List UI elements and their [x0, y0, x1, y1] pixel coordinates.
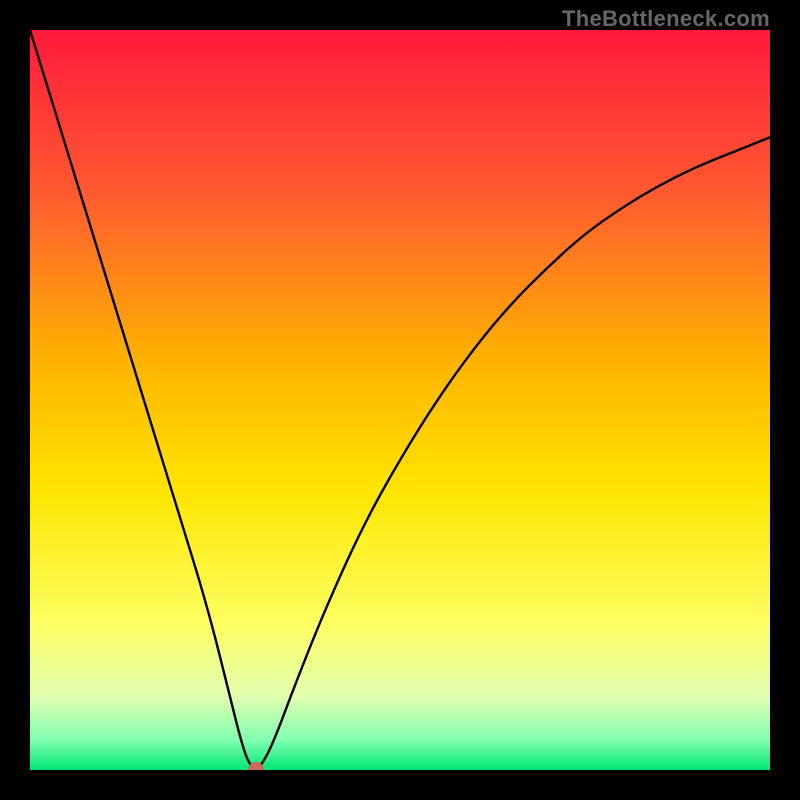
bottleneck-curve	[30, 30, 770, 770]
watermark-text: TheBottleneck.com	[562, 6, 770, 32]
chart-frame: TheBottleneck.com	[0, 0, 800, 800]
plot-area	[30, 30, 770, 770]
